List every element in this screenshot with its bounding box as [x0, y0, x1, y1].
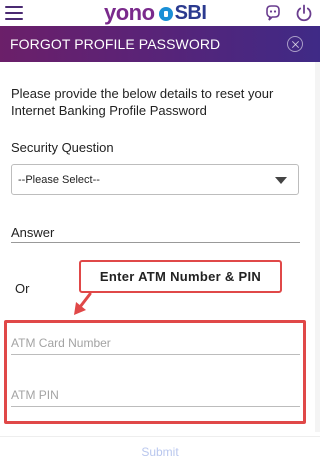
annotation-callout: Enter ATM Number & PIN: [79, 260, 282, 293]
logo-sbi-text: SBI: [174, 1, 207, 24]
page-header: FORGOT PROFILE PASSWORD: [0, 26, 320, 62]
answer-label: Answer: [11, 225, 55, 240]
atm-pin-input[interactable]: ATM PIN: [11, 388, 59, 402]
yono-sbi-logo: yono SBI: [104, 0, 207, 25]
power-icon[interactable]: [294, 3, 314, 23]
close-icon[interactable]: [287, 36, 303, 52]
sbi-keyhole-icon: [158, 7, 173, 21]
chevron-down-icon: [275, 177, 287, 184]
instructions-text: Please provide the below details to rese…: [11, 86, 274, 118]
answer-input[interactable]: [11, 242, 300, 243]
submit-divider: [0, 436, 320, 437]
page-title: FORGOT PROFILE PASSWORD: [10, 36, 221, 52]
atm-pin-underline: [11, 406, 300, 407]
top-bar: yono SBI: [0, 0, 320, 26]
submit-button[interactable]: Submit: [0, 438, 320, 466]
hamburger-icon[interactable]: [5, 6, 23, 20]
logo-yono-text: yono: [104, 0, 155, 25]
scrollbar-track: [315, 62, 320, 432]
atm-card-number-underline: [11, 354, 300, 355]
or-separator: Or: [15, 281, 30, 296]
security-question-value: --Please Select--: [18, 174, 100, 186]
atm-card-number-input[interactable]: ATM Card Number: [11, 336, 111, 350]
security-question-label: Security Question: [11, 140, 114, 155]
assistant-icon[interactable]: [263, 3, 283, 23]
security-question-select[interactable]: --Please Select--: [11, 164, 299, 195]
